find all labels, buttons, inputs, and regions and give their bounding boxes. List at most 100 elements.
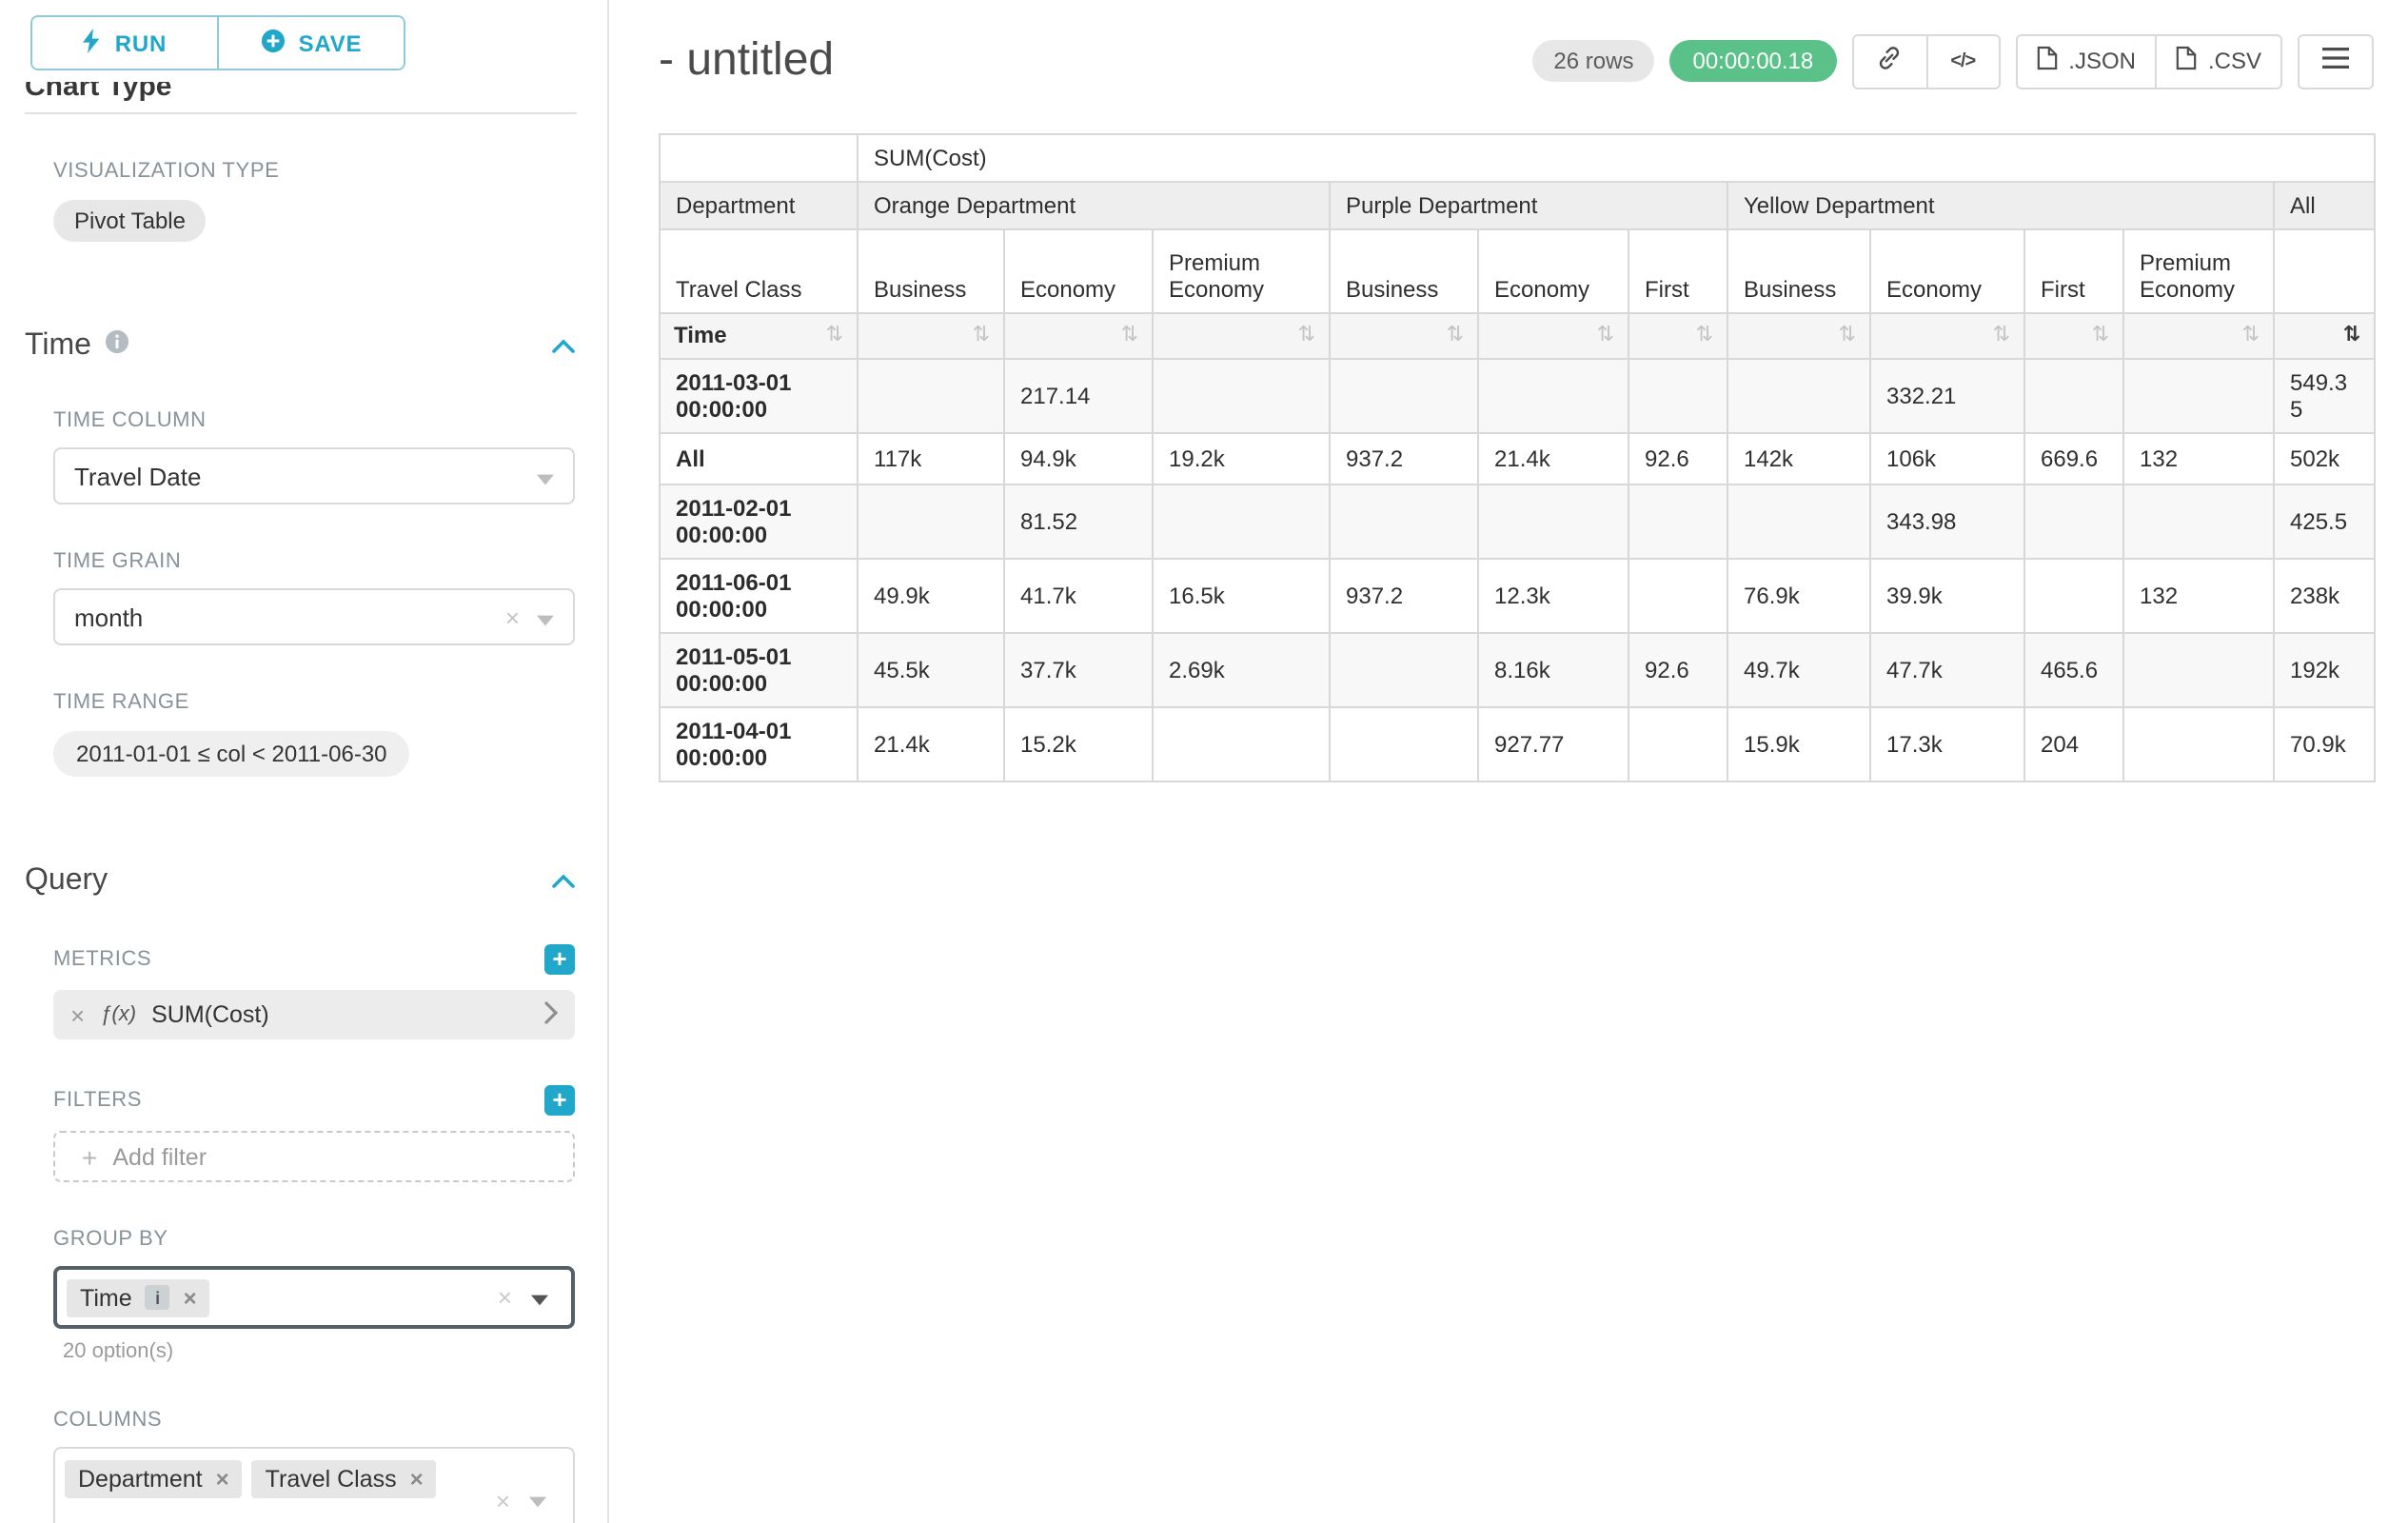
export-csv-button[interactable]: .CSV [2155,35,2280,87]
time-range-value[interactable]: 2011-01-01 ≤ col < 2011-06-30 [53,731,410,777]
plus-circle-icon [261,28,286,58]
clear-icon[interactable]: × [498,1283,512,1312]
add-metric-button[interactable]: + [544,944,575,975]
sort-icon[interactable]: ⇅ [1993,322,2010,350]
department-header-row: DepartmentOrange DepartmentPurple Depart… [660,182,2375,229]
sort-header-cell[interactable]: ⇅ [2123,313,2274,359]
value-cell: 204 [2024,707,2123,781]
group-by-pill[interactable]: Time i × [67,1278,210,1316]
empty-header-cell [2274,229,2375,313]
row-label: 2011-03-01 00:00:00 [660,359,858,433]
add-filter-button[interactable]: + Add filter [53,1131,575,1182]
group-by-options-hint: 20 option(s) [63,1340,575,1363]
sort-header-cell[interactable]: ⇅ [1478,313,1628,359]
time-grain-value: month [74,603,505,631]
sort-icon[interactable]: ⇅ [1696,322,1713,350]
value-cell: 937.2 [1330,433,1478,485]
time-grain-select[interactable]: month × [53,588,575,645]
export-json-label: .JSON [2068,48,2136,74]
viewport: RUN SAVE Chart Type VISUALIZATION TYPE P… [0,0,2408,1523]
lightning-icon [83,28,102,58]
code-icon: </> [1950,50,1975,71]
chevron-up-icon[interactable] [552,339,575,354]
run-button[interactable]: RUN [32,17,217,69]
sort-header-cell[interactable]: ⇅ [1153,313,1330,359]
sort-icon[interactable]: ⇅ [1298,322,1315,350]
remove-metric-icon[interactable]: × [70,1000,85,1029]
remove-pill-icon[interactable]: × [184,1284,197,1311]
columns-control: COLUMNS Department × Travel Class × × 19… [53,1409,575,1523]
value-cell [2123,485,2274,559]
sort-icon[interactable]: ⇅ [2092,322,2109,350]
value-cell: 927.77 [1478,707,1628,781]
export-json-button[interactable]: .JSON [2017,35,2155,87]
sort-header-cell[interactable]: ⇅ [1004,313,1153,359]
value-cell [1330,707,1478,781]
value-cell [2024,359,2123,433]
hamburger-icon [2322,48,2349,74]
value-cell: 21.4k [1478,433,1628,485]
sort-icon[interactable]: ⇅ [2343,322,2360,350]
sort-header-cell[interactable]: ⇅ [1870,313,2024,359]
value-cell [1628,359,1727,433]
columns-pill[interactable]: Travel Class × [252,1460,437,1498]
embed-code-button[interactable]: </> [1925,35,1998,87]
columns-label: COLUMNS [53,1409,575,1432]
table-row: 2011-02-01 00:00:0081.52343.98425.5 [660,485,2375,559]
sort-header-cell[interactable]: ⇅ [858,313,1004,359]
time-grain-control: TIME GRAIN month × [53,550,575,645]
clear-icon[interactable]: × [505,603,520,631]
link-icon [1875,44,1904,78]
chart-header: - untitled 26 rows 00:00:00.18 </> .JSON [659,23,2408,99]
sort-icon[interactable]: ⇅ [2242,322,2260,350]
clear-icon[interactable]: × [496,1486,510,1514]
time-column-value: Travel Date [74,462,537,490]
value-cell: 47.7k [1870,633,2024,707]
hamburger-menu-button[interactable] [2299,35,2372,87]
value-cell: 465.6 [2024,633,2123,707]
sort-header-cell[interactable]: ⇅ [2024,313,2123,359]
value-cell: 94.9k [1004,433,1153,485]
travel-class-header: Business [1330,229,1478,313]
time-column-select[interactable]: Travel Date [53,447,575,504]
remove-pill-icon[interactable]: × [216,1466,229,1493]
sort-header-cell[interactable]: ⇅ [1727,313,1870,359]
chart-title: - untitled [659,34,834,88]
time-axis-header[interactable]: Time⇅ [660,313,858,359]
time-section-header: Time [25,329,575,364]
metric-option[interactable]: × ƒ(x) SUM(Cost) [53,990,575,1039]
value-cell [1727,485,1870,559]
table-row: 2011-06-01 00:00:0049.9k41.7k16.5k937.21… [660,559,2375,633]
metrics-label: METRICS [53,948,151,971]
value-cell: 549.35 [2274,359,2375,433]
query-section-title: Query [25,864,108,899]
sort-icon[interactable]: ⇅ [1839,322,1856,350]
sort-icon[interactable]: ⇅ [1121,322,1138,350]
sort-icon[interactable]: ⇅ [973,322,990,350]
group-by-select[interactable]: Time i × × [53,1266,575,1329]
sort-header-cell[interactable]: ⇅ [2274,313,2375,359]
sort-header-cell[interactable]: ⇅ [1628,313,1727,359]
run-button-label: RUN [115,30,167,56]
travel-class-header: First [2024,229,2123,313]
value-cell: 81.52 [1004,485,1153,559]
chevron-up-icon[interactable] [552,874,575,889]
row-label: 2011-05-01 00:00:00 [660,633,858,707]
add-filter-plus-button[interactable]: + [544,1085,575,1116]
corner-cell [660,134,858,182]
sort-header-cell[interactable]: ⇅ [1330,313,1478,359]
value-cell: 15.2k [1004,707,1153,781]
sort-icon[interactable]: ⇅ [1597,322,1614,350]
visualization-type-value[interactable]: Pivot Table [53,200,207,242]
group-by-label: GROUP BY [53,1228,575,1251]
sort-icon[interactable]: ⇅ [826,322,843,350]
save-button[interactable]: SAVE [217,17,404,69]
metric-header: SUM(Cost) [858,134,2375,182]
remove-pill-icon[interactable]: × [410,1466,424,1493]
chart-panel: - untitled 26 rows 00:00:00.18 </> .JSON [609,0,2408,1523]
copy-link-button[interactable] [1853,35,1925,87]
chevron-right-icon[interactable] [544,1000,558,1029]
sort-icon[interactable]: ⇅ [1447,322,1464,350]
columns-pill[interactable]: Department × [65,1460,243,1498]
columns-select[interactable]: Department × Travel Class × × [53,1447,575,1523]
